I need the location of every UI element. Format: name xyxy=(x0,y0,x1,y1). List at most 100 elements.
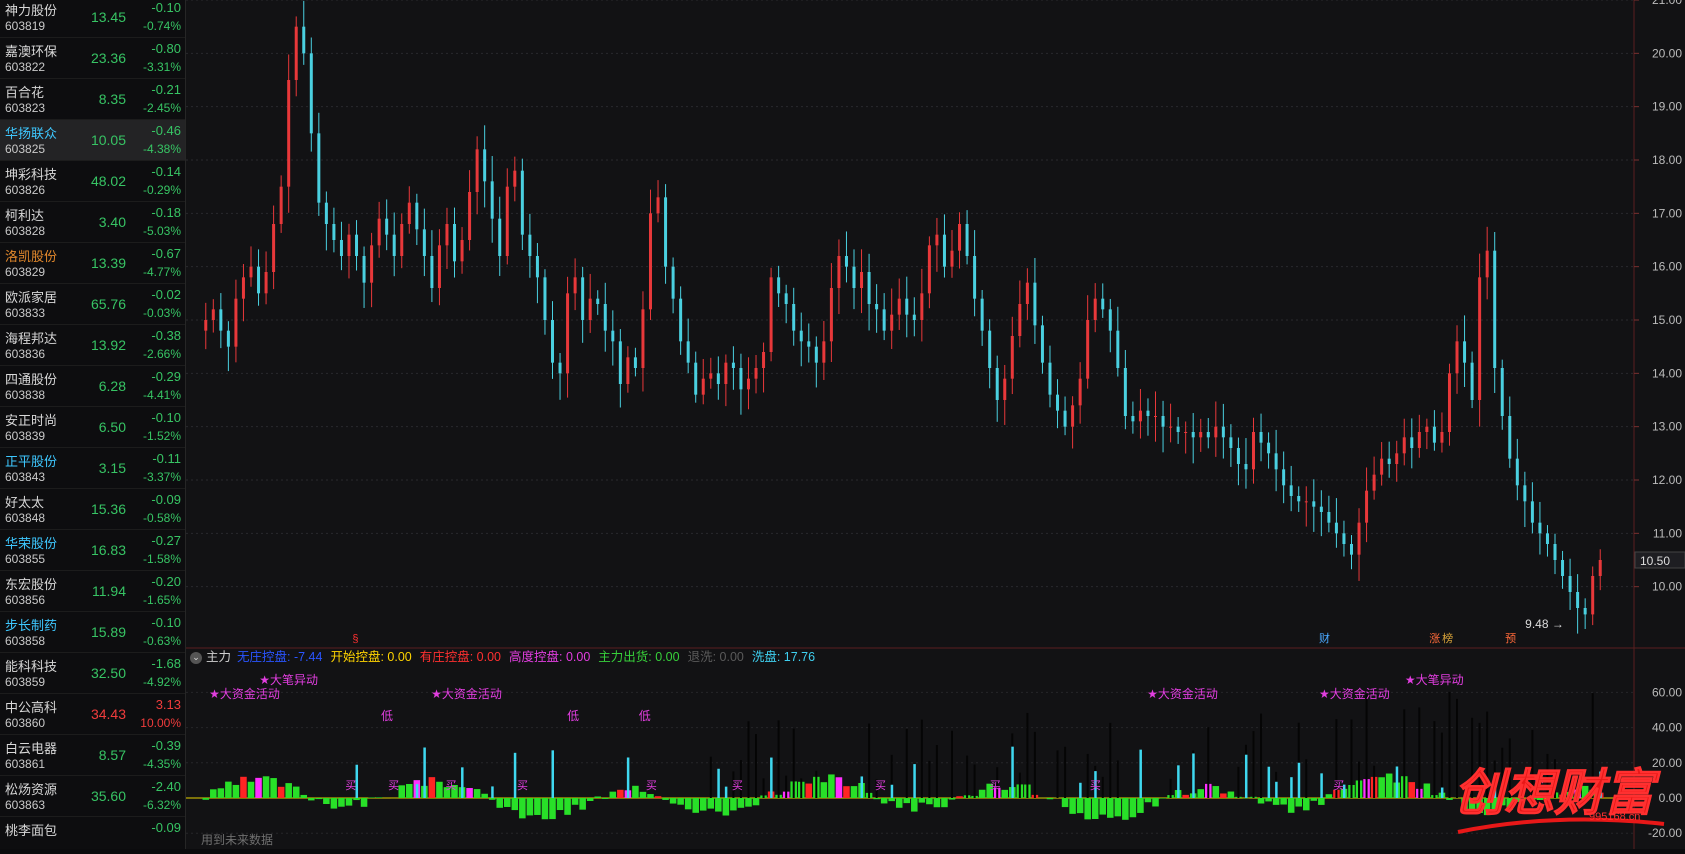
indicator-bar xyxy=(655,796,662,798)
indicator-bar xyxy=(685,798,692,809)
volume-bar xyxy=(1418,707,1420,798)
candle-body xyxy=(958,224,961,251)
candle-body xyxy=(1282,469,1285,485)
stock-price: 35.60 xyxy=(91,788,126,804)
stock-row[interactable]: 华扬联众60382510.05-0.46-4.38% xyxy=(0,120,185,161)
stock-name: 正平股份 xyxy=(5,451,57,470)
stock-row[interactable]: 欧派家居60383365.76-0.02-0.03% xyxy=(0,284,185,325)
candle-body xyxy=(332,224,335,240)
indicator-bar xyxy=(647,794,654,798)
stock-name: 嘉澳环保 xyxy=(5,41,57,60)
candle-body xyxy=(898,299,901,315)
candle-body xyxy=(445,224,448,245)
candle-body xyxy=(1064,411,1067,427)
candle-body xyxy=(875,304,878,309)
stock-row[interactable]: 好太太60384815.36-0.09-0.58% xyxy=(0,489,185,530)
indicator-bar xyxy=(1107,798,1114,818)
candle-body xyxy=(1440,432,1443,443)
stock-row[interactable]: 松炀资源60386335.60-2.40-6.32% xyxy=(0,776,185,817)
candle-body xyxy=(815,347,818,363)
indicator-bar xyxy=(534,798,541,815)
candle-body xyxy=(1116,331,1119,368)
stock-row[interactable]: 海程邦达60383613.92-0.38-2.66% xyxy=(0,325,185,366)
indicator-bar xyxy=(1213,786,1220,798)
stock-code: 603838 xyxy=(5,388,45,402)
candle-body xyxy=(724,363,727,384)
candle-body xyxy=(1388,459,1391,464)
candle-body xyxy=(430,256,433,288)
volume-bar xyxy=(1064,747,1066,798)
cyan-bar xyxy=(491,786,494,798)
stock-row[interactable]: 东宏股份60385611.94-0.20-1.65% xyxy=(0,571,185,612)
stock-row[interactable]: 正平股份6038433.15-0.11-3.37% xyxy=(0,448,185,489)
indicator-annotation: ★大笔异动 xyxy=(1405,672,1464,687)
candle-body xyxy=(1146,411,1149,416)
candle-body xyxy=(596,299,599,304)
stock-change-pct: -4.35% xyxy=(143,757,181,771)
indicator-annotation: ★大资金活动 xyxy=(1147,686,1218,701)
stock-row[interactable]: 能科科技60385932.50-1.68-4.92% xyxy=(0,653,185,694)
stock-row[interactable]: 嘉澳环保60382223.36-0.80-3.31% xyxy=(0,38,185,79)
stock-code: 603822 xyxy=(5,60,45,74)
y-tick-label: 40.00 xyxy=(1652,721,1682,735)
stock-row[interactable]: 安正时尚6038396.50-0.10-1.52% xyxy=(0,407,185,448)
stock-row[interactable]: 神力股份60381913.45-0.10-0.74% xyxy=(0,0,185,38)
candle-body xyxy=(317,133,320,202)
candle-body xyxy=(905,299,908,315)
stock-row[interactable]: 白云电器6038618.57-0.39-4.35% xyxy=(0,735,185,776)
stock-row[interactable]: 中公高科60386034.433.1310.00% xyxy=(0,694,185,735)
candle-body xyxy=(981,299,984,331)
cyan-bar xyxy=(1275,782,1278,798)
y-tick-label: 12.00 xyxy=(1652,473,1682,487)
stock-price: 23.36 xyxy=(91,50,126,66)
indicator-bar xyxy=(730,798,737,810)
indicator-bar xyxy=(240,777,247,798)
stock-change: -0.09 xyxy=(151,820,181,835)
candle-body xyxy=(641,309,644,368)
legend-item: 无庄控盘: -7.44 xyxy=(237,646,322,665)
candle-body xyxy=(513,171,516,187)
candle-body xyxy=(1252,432,1255,469)
stock-row[interactable]: 步长制药60385815.89-0.10-0.63% xyxy=(0,612,185,653)
collapse-icon[interactable]: ⌄ xyxy=(190,652,202,664)
stock-name: 百合花 xyxy=(5,82,44,101)
stock-change-pct: -0.29% xyxy=(143,183,181,197)
candle-body xyxy=(687,341,690,362)
indicator-bar xyxy=(1288,798,1295,813)
volume-bar xyxy=(1260,714,1262,798)
stock-price: 16.83 xyxy=(91,542,126,558)
candle-body xyxy=(1237,448,1240,464)
candle-body xyxy=(287,80,290,187)
stock-row[interactable]: 百合花6038238.35-0.21-2.45% xyxy=(0,79,185,120)
candle-body xyxy=(1079,379,1082,406)
legend-item: 洗盘: 17.76 xyxy=(752,646,815,665)
candle-body xyxy=(664,197,667,266)
cyan-bar xyxy=(514,753,517,798)
stock-row[interactable]: 华荣股份60385516.83-0.27-1.58% xyxy=(0,530,185,571)
stock-row[interactable]: 桃李面包-0.09 xyxy=(0,817,185,849)
chart-area[interactable]: 21.0020.0019.0018.0017.0016.0015.0014.00… xyxy=(186,0,1685,849)
indicator-bar xyxy=(1318,798,1325,805)
stock-row[interactable]: 坤彩科技60382648.02-0.14-0.29% xyxy=(0,161,185,202)
candle-body xyxy=(574,277,577,293)
candle-body xyxy=(400,224,403,256)
chart-svg[interactable]: 21.0020.0019.0018.0017.0016.0015.0014.00… xyxy=(186,0,1685,849)
candle-body xyxy=(1275,453,1278,469)
candle-body xyxy=(996,368,999,400)
candle-body xyxy=(611,331,614,342)
indicator-bar xyxy=(225,782,232,798)
indicator-bar xyxy=(346,798,353,806)
stock-row[interactable]: 四通股份6038386.28-0.29-4.41% xyxy=(0,366,185,407)
indicator-bar xyxy=(700,798,707,811)
stock-change-pct: -1.52% xyxy=(143,429,181,443)
stock-row[interactable]: 柯利达6038283.40-0.18-5.03% xyxy=(0,202,185,243)
indicator-bar xyxy=(1378,777,1385,798)
stock-name: 欧派家居 xyxy=(5,287,57,306)
volume-bar xyxy=(710,757,712,798)
indicator-bar xyxy=(1145,798,1152,802)
stock-row[interactable]: 洛凯股份60382913.39-0.67-4.77% xyxy=(0,243,185,284)
volume-bar xyxy=(951,731,953,798)
volume-bar xyxy=(1117,760,1119,798)
indicator-bar xyxy=(429,777,436,798)
stock-price: 34.43 xyxy=(91,706,126,722)
